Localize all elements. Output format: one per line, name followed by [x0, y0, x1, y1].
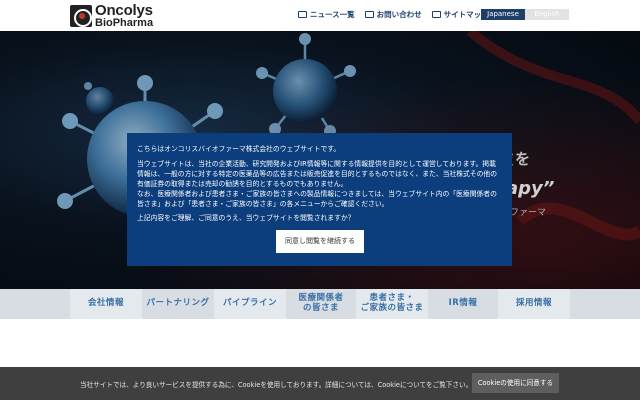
- lang-english-button[interactable]: English: [525, 9, 569, 20]
- mail-icon: [364, 11, 374, 18]
- page: Oncolys BioPharma ニュース一覧 お問い合わせ サイトマップ J…: [0, 0, 640, 400]
- lang-japanese-button[interactable]: Japanese: [481, 9, 525, 20]
- accept-cookies-button[interactable]: Cookieの使用に同意する: [472, 373, 559, 393]
- cookie-notice-bar: 当社サイトでは、より良いサービスを提供する為に、Cookieを使用しております。…: [0, 367, 640, 400]
- news-list-label: ニュース一覧: [310, 10, 355, 19]
- content-area: [0, 319, 640, 367]
- utility-nav: ニュース一覧 お問い合わせ サイトマップ: [298, 9, 489, 20]
- site-header: Oncolys BioPharma ニュース一覧 お問い合わせ サイトマップ J…: [0, 0, 640, 31]
- nav-ir-info[interactable]: IR情報: [428, 289, 498, 319]
- list-icon: [298, 11, 307, 18]
- category-nav: 会社情報 パートナリング パイプライン 医療関係者 の皆さま 患者さま・ ご家族…: [0, 289, 640, 319]
- company-logo[interactable]: Oncolys BioPharma: [70, 2, 154, 29]
- logo-wordmark-line2: BioPharma: [95, 17, 154, 29]
- nav-patients-families[interactable]: 患者さま・ ご家族の皆さま: [356, 289, 428, 319]
- cookie-notice-text: 当社サイトでは、より良いサービスを提供する為に、Cookieを使用しております。…: [80, 381, 473, 389]
- nav-company-info[interactable]: 会社情報: [70, 289, 142, 319]
- language-switcher: Japanese English: [481, 9, 569, 20]
- contact-label: お問い合わせ: [376, 10, 422, 19]
- consent-modal: こちらはオンコリスバイオファーマ株式会社のウェブサイトです。 当ウェブサイトは、…: [127, 133, 512, 266]
- nav-pipeline[interactable]: パイプライン: [214, 289, 286, 319]
- nav-careers[interactable]: 採用情報: [498, 289, 570, 319]
- news-list-link[interactable]: ニュース一覧: [298, 9, 355, 20]
- modal-prompt: 上記内容をご理解、ご同意のうえ、当ウェブサイトを閲覧されますか？: [137, 214, 355, 222]
- modal-body: 当ウェブサイトは、当社の企業活動、研究開発およびIR情報等に関する情報提供を目的…: [137, 160, 498, 208]
- nav-partnering[interactable]: パートナリング: [142, 289, 214, 319]
- sitemap-icon: [431, 11, 441, 18]
- modal-title: こちらはオンコリスバイオファーマ株式会社のウェブサイトです。: [137, 145, 341, 153]
- contact-link[interactable]: お問い合わせ: [364, 9, 422, 20]
- agree-continue-button[interactable]: 同意し閲覧を継続する: [276, 230, 364, 253]
- logo-mark-icon: [70, 5, 92, 27]
- logo-wordmark-line1: Oncolys: [95, 2, 153, 19]
- nav-medical-professionals[interactable]: 医療関係者 の皆さま: [286, 289, 356, 319]
